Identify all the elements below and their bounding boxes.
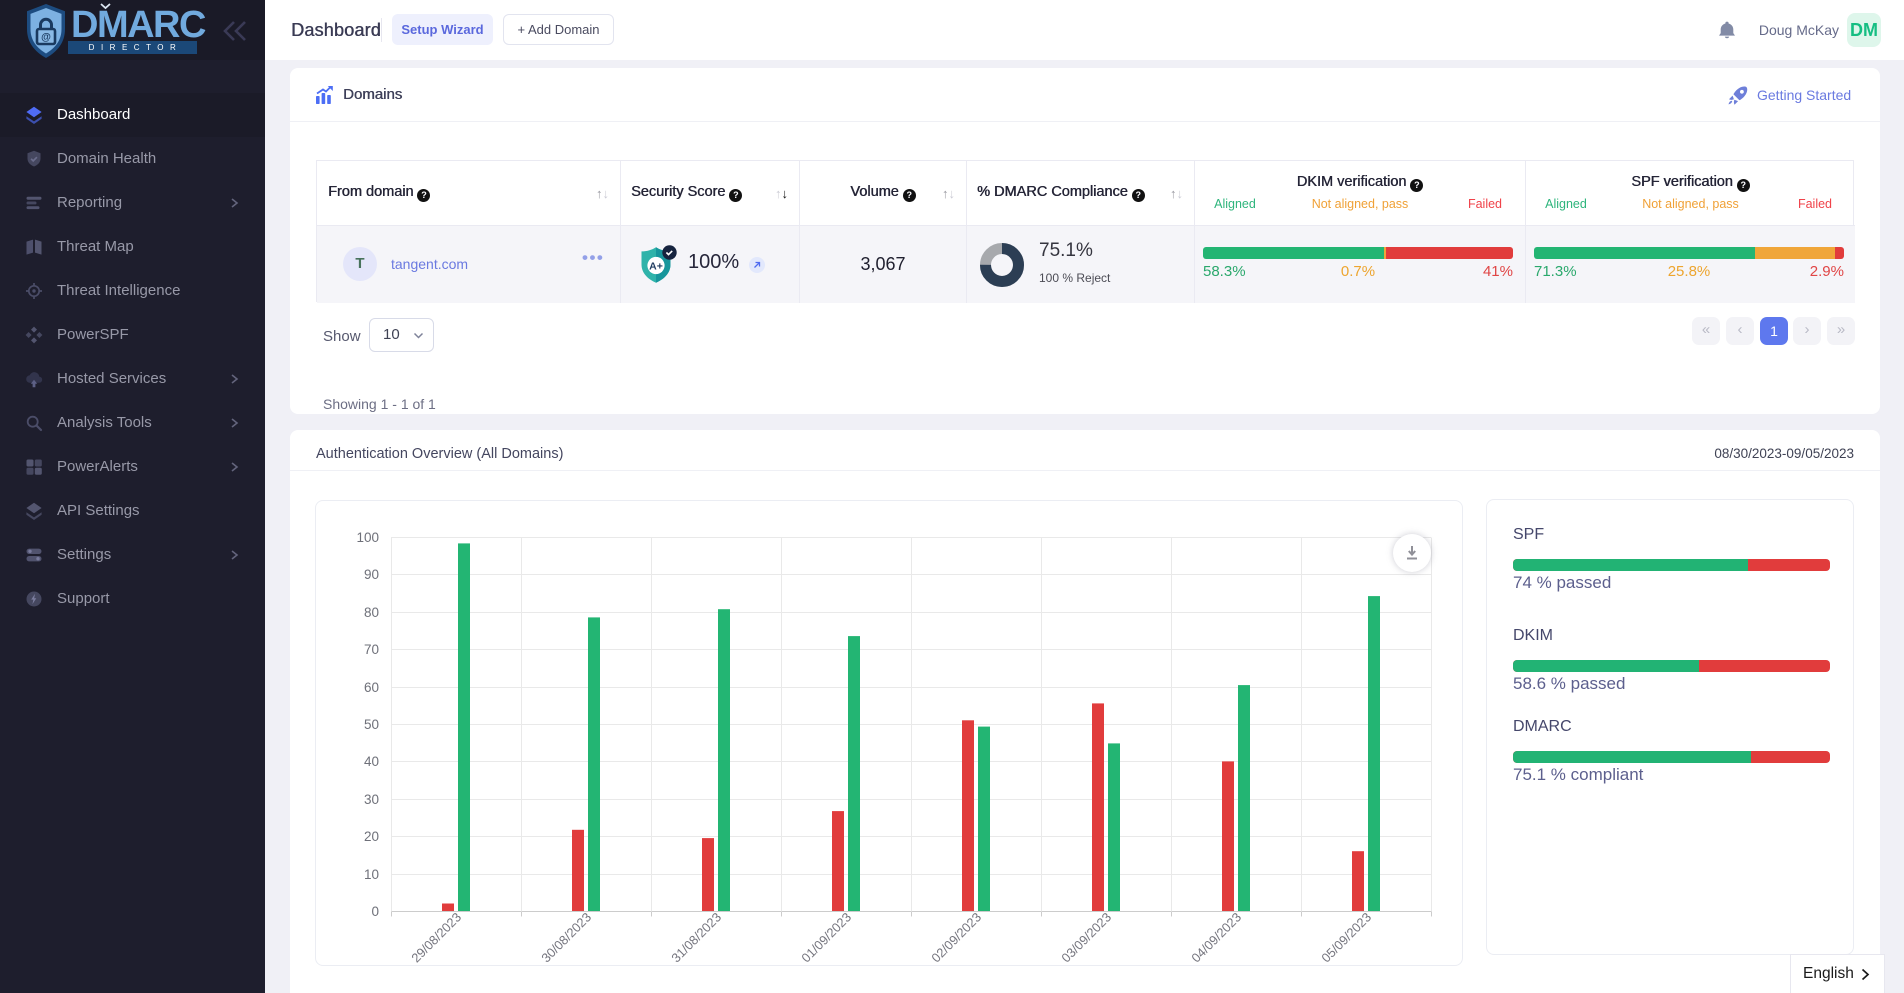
svg-text:05/09/2023: 05/09/2023 <box>1318 910 1374 966</box>
svg-text:02/09/2023: 02/09/2023 <box>928 910 984 966</box>
svg-text:A+: A+ <box>649 260 663 272</box>
svg-text:31/08/2023: 31/08/2023 <box>668 910 724 966</box>
svg-text:29/08/2023: 29/08/2023 <box>408 910 464 966</box>
svg-text:30: 30 <box>364 792 379 807</box>
svg-text:20: 20 <box>364 829 379 844</box>
svg-text:40: 40 <box>364 754 379 769</box>
svg-text:30/08/2023: 30/08/2023 <box>538 910 594 966</box>
svg-text:100: 100 <box>356 530 379 545</box>
svg-text:60: 60 <box>364 680 379 695</box>
svg-text:70: 70 <box>364 642 379 657</box>
svg-text:03/09/2023: 03/09/2023 <box>1058 910 1114 966</box>
svg-text:04/09/2023: 04/09/2023 <box>1188 910 1244 966</box>
svg-text:0: 0 <box>371 904 379 919</box>
svg-text:90: 90 <box>364 567 379 582</box>
svg-text:@: @ <box>41 32 51 43</box>
svg-text:50: 50 <box>364 717 379 732</box>
svg-text:10: 10 <box>364 867 379 882</box>
svg-text:80: 80 <box>364 605 379 620</box>
svg-text:01/09/2023: 01/09/2023 <box>798 910 854 966</box>
